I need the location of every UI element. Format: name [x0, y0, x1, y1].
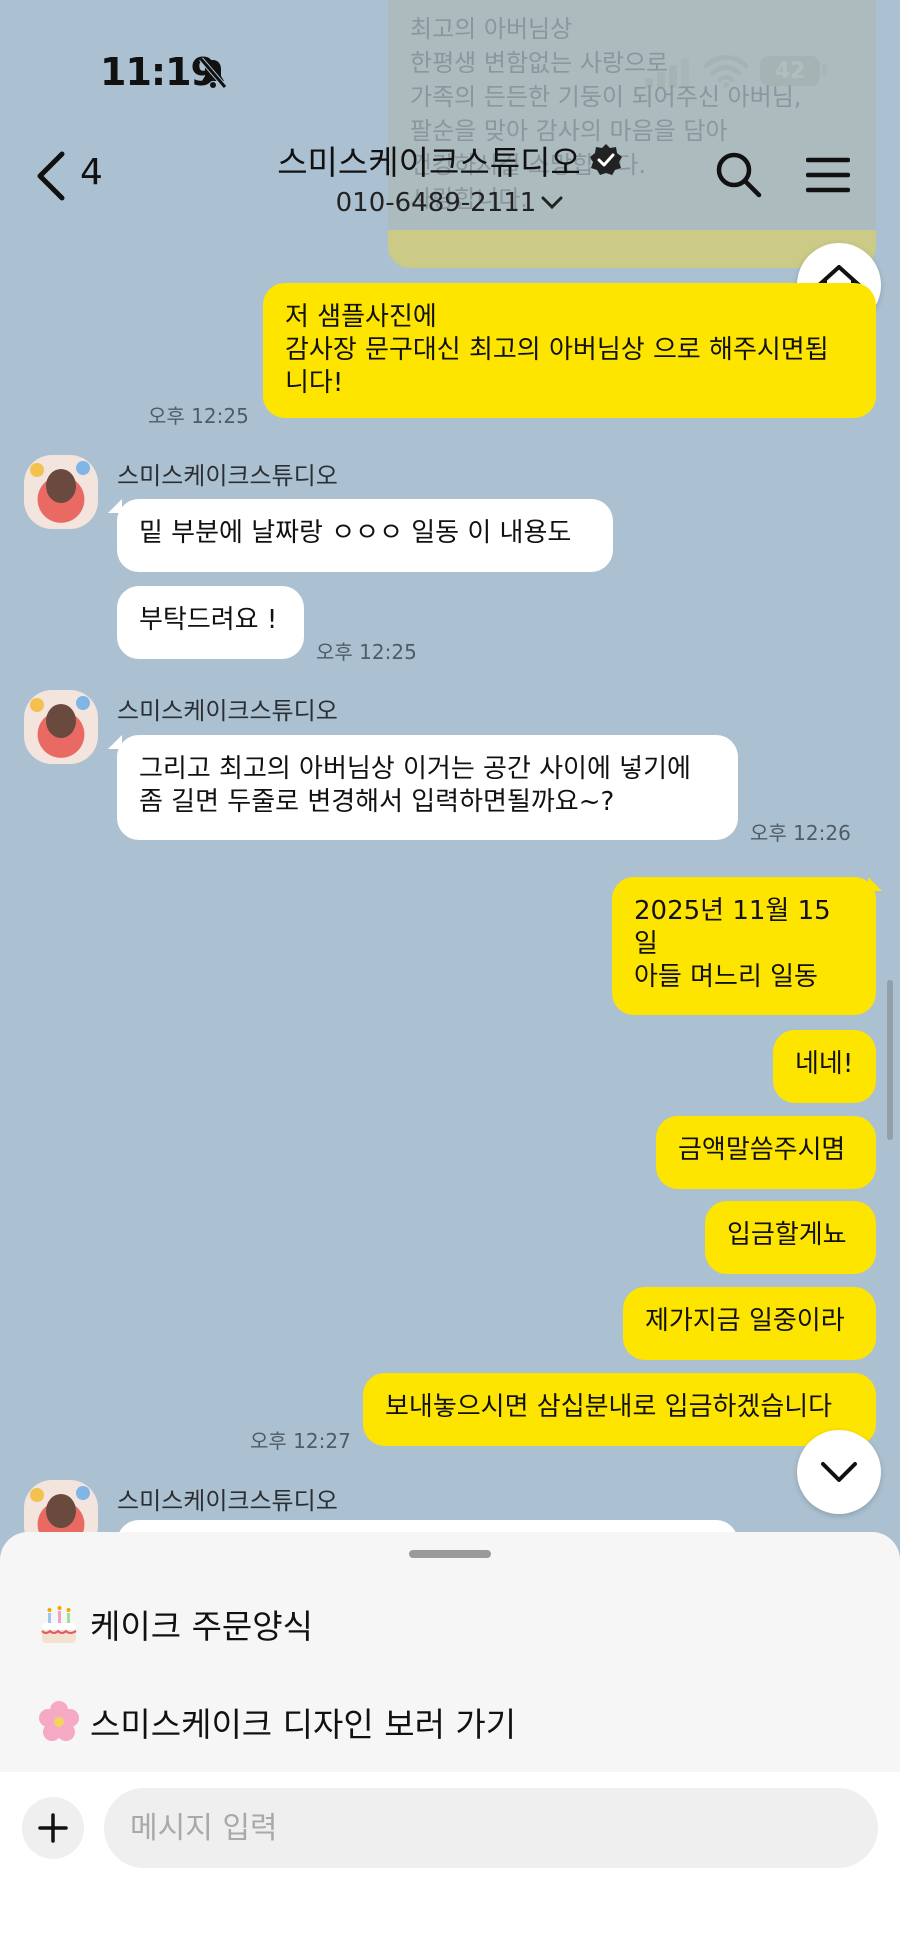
- message-bubble-sent[interactable]: 2025년 11월 15일 아들 며느리 일동: [612, 877, 876, 1015]
- phone-number-text: 010-6489-2111: [335, 188, 537, 218]
- quick-menu-item[interactable]: 케이크 주문양식: [36, 1600, 313, 1648]
- chevron-down-icon: [821, 1462, 857, 1482]
- hamburger-menu-icon[interactable]: [806, 156, 850, 194]
- quick-menu-label: 케이크 주문양식: [90, 1607, 314, 1646]
- message-time: 오후 12:26: [750, 821, 851, 845]
- blossom-emoji-icon: [39, 1701, 79, 1741]
- message-time: 오후 12:27: [250, 1429, 351, 1453]
- attach-button[interactable]: [22, 1797, 84, 1859]
- message-bubble-sent[interactable]: 저 샘플사진에 감사장 문구대신 최고의 아버님상 으로 해주시면됩 니다!: [263, 283, 876, 418]
- sender-name: 스미스케이크스튜디오: [117, 1487, 338, 1515]
- quick-menu-label: 스미스케이크 디자인 보러 가기: [90, 1705, 517, 1744]
- message-bubble-sent[interactable]: 네네!: [773, 1030, 876, 1103]
- message-time: 오후 12:25: [148, 404, 249, 428]
- sender-avatar[interactable]: [24, 690, 98, 764]
- scroll-to-bottom-button[interactable]: [797, 1430, 881, 1514]
- scrollbar[interactable]: [887, 980, 893, 1140]
- cake-emoji-icon: [41, 1606, 77, 1643]
- message-bubble-sent[interactable]: 보내놓으시면 삼십분내로 입금하겠습니다: [363, 1373, 876, 1446]
- message-bubble-received[interactable]: 밑 부분에 날짜랑 ㅇㅇㅇ 일동 이 내용도: [117, 499, 613, 572]
- verified-badge-icon: [589, 144, 622, 175]
- search-icon[interactable]: [714, 150, 762, 198]
- sender-name: 스미스케이크스튜디오: [117, 697, 338, 725]
- unread-chat-count[interactable]: 4: [80, 152, 103, 193]
- quick-menu-item[interactable]: 스미스케이크 디자인 보러 가기: [36, 1698, 516, 1746]
- message-bubble-sent[interactable]: 입금할게뇨: [705, 1201, 876, 1274]
- plus-icon: [38, 1813, 68, 1843]
- message-time: 오후 12:25: [316, 640, 417, 664]
- chat-phone-number[interactable]: 010-6489-2111: [336, 188, 565, 218]
- message-bubble-sent[interactable]: 제가지금 일중이라: [623, 1287, 876, 1360]
- back-arrow-icon[interactable]: [32, 148, 72, 204]
- sender-name: 스미스케이크스튜디오: [117, 462, 338, 490]
- chat-title: 스미스케이크스튜디오: [277, 143, 581, 182]
- message-input[interactable]: [104, 1788, 878, 1868]
- sender-avatar[interactable]: [24, 455, 98, 529]
- chevron-down-icon: [541, 196, 563, 210]
- message-bubble-sent[interactable]: 금액말씀주시몀: [656, 1116, 876, 1189]
- message-bubble-received[interactable]: 부탁드려요 !: [117, 586, 304, 659]
- message-bubble-received[interactable]: 그리고 최고의 아버님상 이거는 공간 사이에 넣기에 좀 길면 두줄로 변경해…: [117, 735, 738, 840]
- chat-header: 스미스케이크스튜디오 010-6489-2111: [200, 136, 700, 218]
- bell-muted-icon: [199, 57, 227, 89]
- chat-title-row[interactable]: 스미스케이크스튜디오: [277, 136, 623, 184]
- sheet-drag-handle[interactable]: [409, 1550, 491, 1558]
